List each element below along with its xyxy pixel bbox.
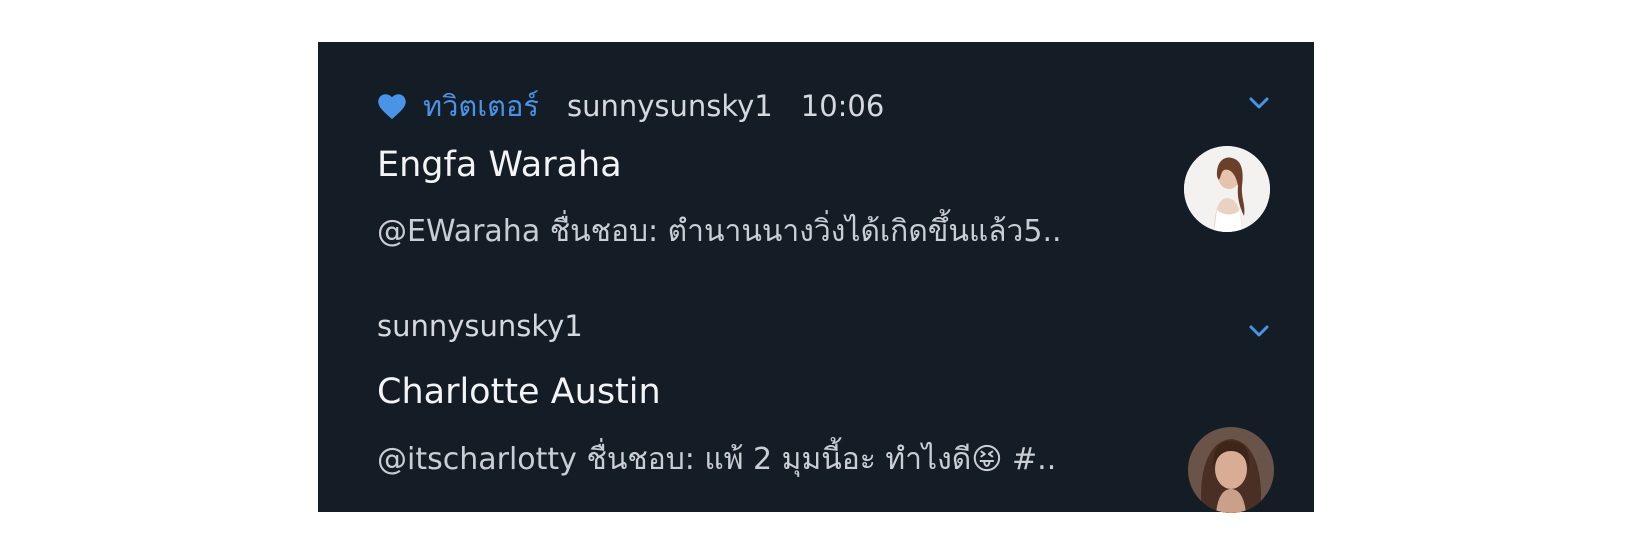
notification-item[interactable]: ทวิตเตอร์ sunnysunsky1 10:06 Engfa Warah… (318, 42, 1314, 282)
app-name: ทวิตเตอร์ (423, 89, 539, 123)
notification-panel: ทวิตเตอร์ sunnysunsky1 10:06 Engfa Warah… (318, 42, 1314, 513)
chevron-down-icon[interactable] (1248, 324, 1270, 338)
notification-title: Engfa Waraha (377, 145, 622, 185)
notification-header: ทวิตเตอร์ sunnysunsky1 10:06 (377, 83, 884, 129)
heart-icon (378, 94, 406, 120)
avatar (1184, 146, 1270, 232)
notification-body: @itscharlotty ชื่นชอบ: แพ้ 2 มุมนี้อะ ทำ… (377, 442, 1057, 477)
account-username: sunnysunsky1 (377, 309, 583, 343)
account-username: sunnysunsky1 (566, 89, 773, 123)
avatar-image (1188, 427, 1274, 513)
chevron-down-icon[interactable] (1248, 96, 1270, 110)
notification-header: sunnysunsky1 (377, 309, 611, 343)
avatar-image (1184, 146, 1270, 232)
avatar (1188, 427, 1274, 513)
notification-item[interactable]: sunnysunsky1 Charlotte Austin @itscharlo… (318, 282, 1314, 513)
notification-title: Charlotte Austin (377, 372, 661, 412)
notification-body: @EWaraha ชื่นชอบ: ตำนานนางวิ่งได้เกิดขึ้… (377, 214, 1062, 249)
notification-time: 10:06 (800, 89, 885, 123)
